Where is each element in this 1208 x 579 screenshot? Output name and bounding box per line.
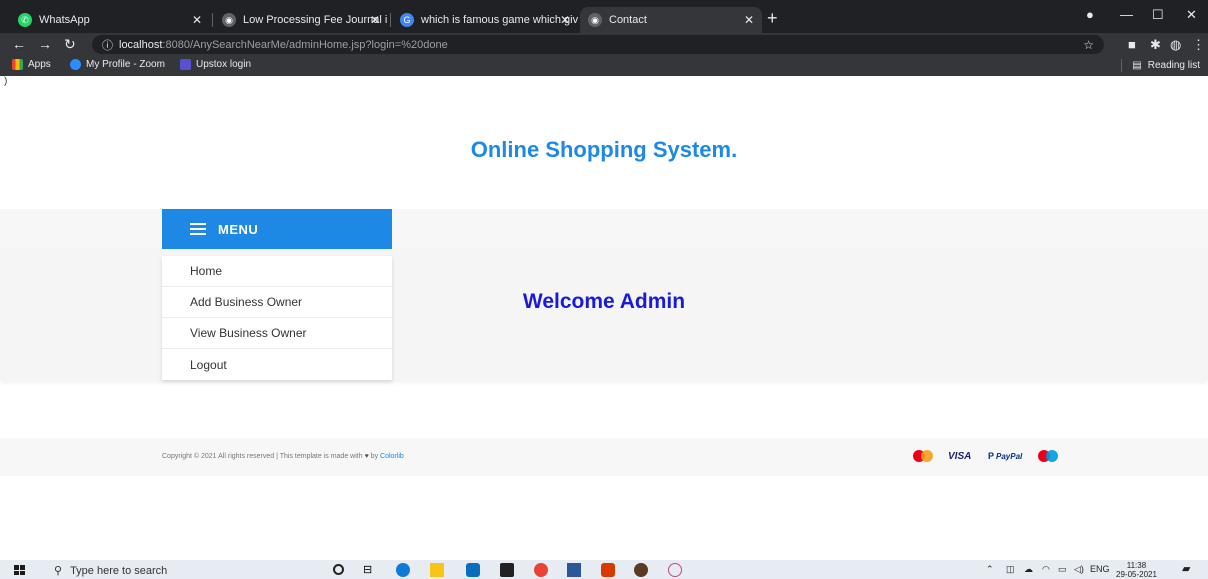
menu-item-home[interactable]: Home	[162, 256, 392, 287]
reload-icon[interactable]: ↻	[64, 36, 76, 53]
store-icon[interactable]	[500, 563, 514, 577]
wifi-icon[interactable]: ◠	[1042, 564, 1050, 575]
upstox-icon	[180, 59, 191, 70]
tab-game[interactable]: G which is famous game which give ✕	[392, 7, 578, 33]
visa-icon: VISA	[948, 450, 972, 462]
google-icon: G	[400, 13, 414, 27]
taskbar-search-input[interactable]: ⚲ Type here to search	[54, 562, 294, 579]
url-host: localhost	[119, 38, 163, 51]
reading-list-label: Reading list	[1147, 60, 1200, 71]
bookmark-star-icon[interactable]: ☆	[1083, 38, 1094, 52]
whatsapp-icon: ✆	[18, 13, 32, 27]
tab-journal[interactable]: ◉ Low Processing Fee Journal in En ✕	[214, 7, 388, 33]
menu-toggle-button[interactable]: MENU	[162, 209, 392, 249]
windows-start-icon[interactable]	[14, 565, 26, 575]
globe-icon: ◉	[588, 13, 602, 27]
task-view-icon[interactable]: ⊟	[363, 563, 377, 577]
chrome-icon[interactable]	[534, 563, 548, 577]
bookmark-upstox[interactable]: Upstox login	[180, 59, 251, 70]
new-tab-button[interactable]: +	[767, 8, 778, 29]
battery-icon[interactable]: ▭	[1058, 564, 1067, 575]
menu-list: Home Add Business Owner View Business Ow…	[162, 256, 392, 380]
reading-list-button[interactable]: ▤ Reading list	[1121, 59, 1200, 72]
clock-time: 11:38	[1126, 561, 1147, 570]
extension-icon[interactable]: ■	[1128, 37, 1136, 52]
mastercard-icon	[913, 449, 933, 463]
tab-label: WhatsApp	[39, 14, 90, 26]
app-icon[interactable]	[634, 563, 648, 577]
bookmarks-bar: Apps My Profile - Zoom Upstox login ▤ Re…	[0, 56, 1208, 76]
welcome-heading: Welcome Admin	[522, 290, 686, 313]
clock-date: 29-05-2021	[1116, 570, 1157, 579]
profile-icon[interactable]: ●	[1086, 7, 1094, 22]
close-window-button[interactable]: ✕	[1186, 7, 1197, 23]
copyright-text: Copyright © 2021 All rights reserved | T…	[162, 453, 404, 460]
mail-icon[interactable]	[466, 563, 480, 577]
bookmark-apps[interactable]: Apps	[12, 59, 51, 70]
word-icon[interactable]	[567, 563, 581, 577]
close-tab-icon[interactable]: ✕	[192, 13, 202, 27]
language-indicator[interactable]: ENG	[1090, 564, 1110, 574]
info-icon[interactable]: ⓘ	[102, 37, 113, 53]
footer: Copyright © 2021 All rights reserved | T…	[0, 438, 1208, 476]
tray-chevron-icon[interactable]: ⌃	[986, 564, 994, 575]
url-bar[interactable]: ⓘ localhost :8080/AnySearchNearMe/adminH…	[92, 35, 1104, 54]
extensions-puzzle-icon[interactable]: ✱	[1150, 37, 1161, 53]
menu-title: MENU	[218, 221, 259, 237]
stray-text: )	[4, 76, 8, 87]
more-menu-icon[interactable]: ⋮	[1192, 37, 1205, 53]
cortana-icon[interactable]	[333, 564, 344, 575]
page-title: Online Shopping System.	[470, 137, 738, 162]
close-tab-icon[interactable]: ✕	[744, 13, 754, 27]
snipping-tool-icon[interactable]	[668, 563, 682, 577]
tab-label: Contact	[609, 14, 647, 26]
taskbar: ⚲ Type here to search ⊟ ⌃ ◫ ☁ ◠ ▭ ◁) ENG…	[0, 560, 1208, 579]
maestro-icon	[1038, 449, 1058, 463]
url-path: :8080/AnySearchNearMe/adminHome.jsp?logi…	[162, 38, 448, 51]
bookmark-label: Apps	[28, 59, 51, 70]
tab-divider	[390, 13, 391, 27]
clock[interactable]: 11:38 29-05-2021	[1116, 561, 1157, 579]
close-tab-icon[interactable]: ✕	[370, 13, 380, 27]
address-toolbar: ← → ↻ ⓘ localhost :8080/AnySearchNearMe/…	[0, 33, 1208, 56]
edge-icon[interactable]	[396, 563, 410, 577]
back-icon[interactable]: ←	[12, 36, 26, 52]
bookmark-label: My Profile - Zoom	[86, 59, 165, 70]
apps-grid-icon	[12, 59, 23, 70]
tab-label: which is famous game which give	[421, 14, 578, 26]
file-explorer-icon[interactable]	[430, 563, 444, 577]
tab-whatsapp[interactable]: ✆ WhatsApp ✕	[10, 7, 210, 33]
tab-label: Low Processing Fee Journal in En	[243, 14, 388, 26]
menu-item-add-business-owner[interactable]: Add Business Owner	[162, 287, 392, 318]
search-placeholder: Type here to search	[70, 564, 168, 577]
bookmark-zoom[interactable]: My Profile - Zoom	[70, 59, 165, 70]
divider	[1121, 59, 1123, 72]
forward-icon[interactable]: →	[38, 36, 52, 52]
by-label: by	[370, 453, 379, 460]
colorlib-link[interactable]: Colorlib	[380, 453, 404, 460]
menu-item-view-business-owner[interactable]: View Business Owner	[162, 318, 392, 349]
maximize-button[interactable]: ☐	[1152, 7, 1164, 23]
avatar[interactable]: ◍	[1170, 37, 1181, 53]
hamburger-icon	[190, 220, 206, 238]
tab-divider	[212, 13, 213, 27]
globe-icon: ◉	[222, 13, 236, 27]
heart-icon: ♥	[364, 453, 369, 460]
paypal-icon: P PayPal	[988, 451, 1023, 461]
notification-icon[interactable]: ▰	[1182, 562, 1190, 575]
copyright-label: Copyright © 2021 All rights reserved | T…	[162, 453, 363, 460]
bookmark-label: Upstox login	[196, 59, 252, 70]
zoom-icon	[70, 59, 81, 70]
onedrive-icon[interactable]: ☁	[1024, 564, 1033, 575]
search-icon: ⚲	[54, 565, 63, 577]
minimize-button[interactable]: —	[1120, 7, 1133, 22]
app-icon[interactable]	[601, 563, 615, 577]
reading-list-icon: ▤	[1132, 60, 1142, 71]
menu-item-logout[interactable]: Logout	[162, 349, 392, 380]
browser-tab-strip: ✆ WhatsApp ✕ ◉ Low Processing Fee Journa…	[0, 0, 1208, 33]
close-tab-icon[interactable]: ✕	[560, 13, 570, 27]
volume-icon[interactable]: ◁)	[1074, 564, 1084, 575]
tray-icon[interactable]: ◫	[1006, 564, 1015, 575]
tab-contact[interactable]: ◉ Contact ✕	[580, 7, 762, 33]
